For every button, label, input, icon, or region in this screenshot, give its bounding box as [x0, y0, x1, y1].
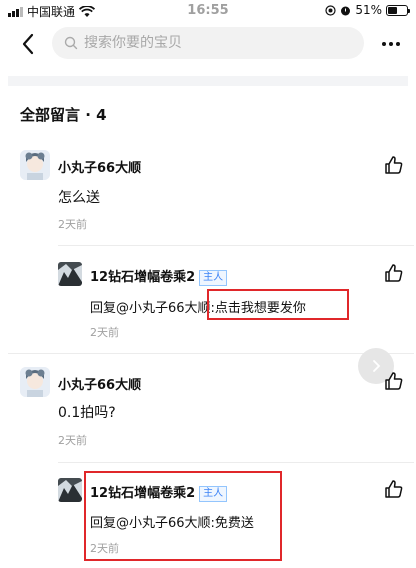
- highlight-box: [84, 471, 282, 561]
- avatar[interactable]: [20, 367, 50, 397]
- more-button[interactable]: [376, 30, 406, 58]
- like-button[interactable]: [384, 155, 406, 177]
- comment-text: 0.1拍吗?: [58, 405, 116, 421]
- avatar[interactable]: [58, 478, 82, 502]
- nav-bar: [0, 22, 416, 66]
- user-avatar-icon: [20, 150, 50, 180]
- reply-author[interactable]: 12钻石增幅卷乘2 主人: [90, 266, 228, 286]
- chevron-left-icon: [22, 33, 34, 55]
- comment-time: 2天前: [58, 218, 87, 231]
- back-button[interactable]: [14, 30, 42, 58]
- chevron-right-icon: [373, 360, 381, 372]
- search-input[interactable]: [84, 35, 344, 51]
- owner-badge: 主人: [199, 270, 228, 286]
- more-dot: [396, 42, 400, 46]
- section-divider: [8, 76, 408, 86]
- more-dot: [389, 42, 393, 46]
- comment-time: 2天前: [58, 434, 87, 447]
- comment-separator: [8, 353, 414, 354]
- highlight-box: [207, 289, 349, 320]
- comment-author[interactable]: 小丸子66大顺: [58, 157, 141, 176]
- status-bar: 中国联通 16:55 51%: [0, 0, 416, 22]
- shop-avatar-icon: [58, 262, 82, 286]
- alarm-icon: [341, 6, 351, 15]
- search-icon: [64, 36, 78, 50]
- comment-author[interactable]: 小丸子66大顺: [58, 374, 141, 393]
- status-right: 51%: [325, 3, 410, 17]
- avatar[interactable]: [20, 150, 50, 180]
- reply-author-name: 12钻石增幅卷乘2: [90, 270, 196, 285]
- like-button[interactable]: [384, 479, 406, 501]
- avatar[interactable]: [58, 262, 82, 286]
- battery-icon: [386, 4, 410, 16]
- reply-separator: [58, 462, 414, 463]
- search-bar[interactable]: [52, 27, 364, 59]
- comment-text: 怎么送: [58, 190, 100, 206]
- like-button[interactable]: [384, 263, 406, 285]
- shop-avatar-icon: [58, 478, 82, 502]
- user-avatar-icon: [20, 367, 50, 397]
- thumbs-up-icon: [385, 264, 403, 282]
- reply-time: 2天前: [90, 326, 119, 339]
- thumbs-up-icon: [385, 156, 403, 174]
- thumbs-up-icon: [385, 480, 403, 498]
- battery-percent: 51%: [355, 3, 382, 17]
- more-dot: [382, 42, 386, 46]
- thumbs-up-icon: [385, 372, 403, 390]
- reply-separator: [58, 245, 414, 246]
- location-icon: [325, 4, 336, 16]
- comments-section-title: 全部留言 · 4: [20, 106, 107, 124]
- like-button[interactable]: [384, 371, 406, 393]
